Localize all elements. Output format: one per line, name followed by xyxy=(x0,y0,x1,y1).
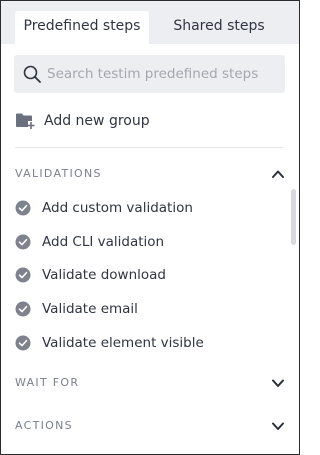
tab-bar: Predefined steps Shared steps xyxy=(1,1,299,44)
step-item-label: Validate email xyxy=(42,301,138,317)
step-item-label: Validate download xyxy=(42,267,166,283)
step-item-label: Validate element visible xyxy=(42,335,204,351)
check-circle-icon xyxy=(15,234,31,250)
section-title: WAIT FOR xyxy=(15,376,80,389)
divider xyxy=(15,147,283,148)
section-title: VALIDATIONS xyxy=(15,167,102,180)
section-header-actions[interactable]: ACTIONS xyxy=(15,414,287,438)
tab-shared-steps[interactable]: Shared steps xyxy=(151,11,287,44)
check-circle-icon xyxy=(15,267,31,283)
section-title: ACTIONS xyxy=(15,419,73,432)
search-placeholder: Search testim predefined steps xyxy=(47,66,259,82)
step-item-label: Add custom validation xyxy=(42,200,193,216)
search-input[interactable]: Search testim predefined steps xyxy=(14,55,285,93)
step-item-validate-email[interactable]: Validate email xyxy=(15,296,277,322)
chevron-down-icon xyxy=(272,379,284,387)
add-new-group-button[interactable]: Add new group xyxy=(13,107,285,135)
chevron-down-icon xyxy=(272,422,284,430)
section-header-wait-for[interactable]: WAIT FOR xyxy=(15,371,287,395)
search-icon xyxy=(23,65,41,83)
chevron-up-icon xyxy=(272,170,284,178)
step-item-validate-download[interactable]: Validate download xyxy=(15,262,277,288)
check-circle-icon xyxy=(15,200,31,216)
step-item-label: Add CLI validation xyxy=(42,234,165,250)
step-item-add-cli-validation[interactable]: Add CLI validation xyxy=(15,229,277,255)
add-new-group-label: Add new group xyxy=(44,113,150,129)
scrollbar-thumb[interactable] xyxy=(291,189,296,245)
check-circle-icon xyxy=(15,335,31,351)
check-circle-icon xyxy=(15,301,31,317)
step-item-validate-element-visible[interactable]: Validate element visible xyxy=(15,330,277,356)
step-item-add-custom-validation[interactable]: Add custom validation xyxy=(15,195,277,221)
predefined-steps-panel: Predefined steps Shared steps Search tes… xyxy=(0,0,300,455)
folder-plus-icon xyxy=(16,113,35,129)
tab-predefined-steps[interactable]: Predefined steps xyxy=(15,11,149,44)
section-header-validations[interactable]: VALIDATIONS xyxy=(15,162,287,186)
